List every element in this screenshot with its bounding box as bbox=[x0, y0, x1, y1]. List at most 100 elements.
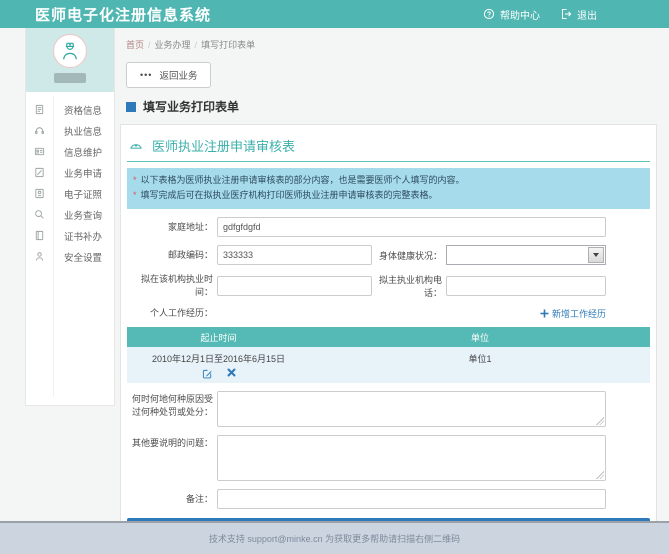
sidebar-item-electronic-certificate[interactable]: 电子证照 bbox=[26, 183, 114, 204]
breadcrumb-separator: / bbox=[148, 40, 151, 50]
form-fields-bottom: 何时何地何种原因受过何种处罚或处分： 其他要说明的问题： 备注： bbox=[127, 391, 606, 509]
page-title: 填写业务打印表单 bbox=[126, 98, 657, 115]
sidebar-item-certificate-reissue[interactable]: 证书补办 bbox=[26, 225, 114, 246]
practice-time-phone-row: 拟在该机构执业时间： 拟主执业机构电话： bbox=[127, 273, 606, 299]
sidebar-menu: 资格信息 执业信息 信息维护 业务申请 bbox=[26, 92, 114, 267]
search-icon bbox=[26, 209, 53, 220]
document-icon bbox=[26, 104, 53, 115]
postal-health-row: 邮政编码： 身体健康状况： bbox=[127, 245, 606, 265]
form-title-bar: 医师执业注册申请审核表 bbox=[127, 131, 650, 162]
health-status-label: 身体健康状况： bbox=[372, 249, 446, 262]
add-work-history-link[interactable]: 新增工作经历 bbox=[540, 307, 606, 320]
sidebar-item-label: 业务申请 bbox=[64, 166, 102, 180]
logout-link[interactable]: 退出 bbox=[560, 7, 597, 22]
chevron-down-icon bbox=[593, 253, 599, 257]
sidebar-item-label: 证书补办 bbox=[64, 229, 102, 243]
form-edit-icon bbox=[26, 167, 53, 178]
header-actions: 帮助中心 退出 bbox=[483, 7, 597, 22]
health-status-select[interactable] bbox=[446, 245, 606, 265]
org-phone-label: 拟主执业机构电话： bbox=[372, 273, 446, 299]
book-icon bbox=[26, 230, 53, 241]
back-button-label: 返回业务 bbox=[159, 68, 197, 82]
breadcrumb-current: 填写打印表单 bbox=[201, 40, 255, 50]
id-card-icon bbox=[26, 146, 53, 157]
notice-line: *以下表格为医师执业注册申请审核表的部分内容，也是需要医师个人填写的内容。 bbox=[133, 173, 640, 188]
row-actions bbox=[127, 368, 310, 379]
nurse-cap-icon bbox=[129, 139, 143, 152]
other-issues-label: 其他要说明的问题： bbox=[127, 435, 217, 450]
work-history-label: 个人工作经历： bbox=[127, 307, 217, 320]
page-footer: 技术支持 support@minke.cn 为获取更多帮助请扫描右侧二维码 bbox=[0, 521, 669, 554]
breadcrumb-home[interactable]: 首页 bbox=[126, 40, 144, 50]
delete-icon[interactable] bbox=[227, 368, 236, 379]
section-bullet-icon bbox=[126, 102, 136, 112]
footer-text: 技术支持 support@minke.cn 为获取更多帮助请扫描右侧二维码 bbox=[209, 532, 460, 545]
punishment-textarea[interactable] bbox=[217, 391, 606, 427]
asterisk-icon: * bbox=[133, 190, 137, 200]
table-header-unit: 单位 bbox=[310, 331, 650, 344]
postal-code-input[interactable] bbox=[217, 245, 372, 265]
help-center-link[interactable]: 帮助中心 bbox=[483, 7, 540, 22]
certificate-icon bbox=[26, 188, 53, 199]
home-address-row: 家庭地址： bbox=[127, 217, 606, 237]
remark-row: 备注： bbox=[127, 489, 606, 509]
practice-time-label: 拟在该机构执业时间： bbox=[127, 273, 217, 299]
work-history-row: 个人工作经历： 新增工作经历 bbox=[127, 307, 606, 320]
app-header: 医师电子化注册信息系统 帮助中心 退出 bbox=[0, 0, 669, 28]
sidebar-item-label: 业务查询 bbox=[64, 208, 102, 222]
table-header-period: 起止时间 bbox=[127, 331, 310, 344]
home-address-input[interactable] bbox=[217, 217, 606, 237]
help-icon bbox=[483, 8, 495, 20]
notice-line: *填写完成后可在拟执业医疗机构打印医师执业注册申请审核表的完整表格。 bbox=[133, 188, 640, 203]
logout-label: 退出 bbox=[577, 7, 597, 22]
table-cell-unit: 单位1 bbox=[310, 352, 650, 379]
logout-icon bbox=[560, 8, 572, 20]
sidebar-item-label: 执业信息 bbox=[64, 124, 102, 138]
form-fields: 家庭地址： 邮政编码： 身体健康状况： 拟在该机构执业时间： 拟主执业机构电话：… bbox=[127, 217, 606, 320]
asterisk-icon: * bbox=[133, 175, 137, 185]
back-to-business-button[interactable]: ••• 返回业务 bbox=[126, 62, 211, 88]
sidebar-item-business-application[interactable]: 业务申请 bbox=[26, 162, 114, 183]
sidebar-item-info-maintenance[interactable]: 信息维护 bbox=[26, 141, 114, 162]
punishment-row: 何时何地何种原因受过何种处罚或处分： bbox=[127, 391, 606, 427]
avatar bbox=[53, 34, 87, 68]
sidebar-item-qualification-info[interactable]: 资格信息 bbox=[26, 99, 114, 120]
sidebar: 资格信息 执业信息 信息维护 业务申请 bbox=[25, 28, 115, 406]
dots-icon: ••• bbox=[140, 73, 152, 78]
table-header-row: 起止时间 单位 bbox=[127, 327, 650, 347]
work-history-table: 起止时间 单位 2010年12月1日至2016年6月15日 bbox=[127, 327, 650, 383]
form-title: 医师执业注册申请审核表 bbox=[152, 136, 295, 155]
headset-icon bbox=[26, 125, 53, 136]
user-name-redacted bbox=[54, 73, 86, 83]
sidebar-item-label: 电子证照 bbox=[64, 187, 102, 201]
sidebar-item-label: 资格信息 bbox=[64, 103, 102, 117]
notice-box: *以下表格为医师执业注册申请审核表的部分内容，也是需要医师个人填写的内容。 *填… bbox=[127, 168, 650, 209]
form-panel: 医师执业注册申请审核表 *以下表格为医师执业注册申请审核表的部分内容，也是需要医… bbox=[120, 124, 657, 548]
breadcrumb-separator: / bbox=[195, 40, 198, 50]
breadcrumb: 首页/业务办理/填写打印表单 bbox=[120, 28, 657, 51]
edit-icon[interactable] bbox=[202, 368, 213, 379]
sidebar-item-practice-info[interactable]: 执业信息 bbox=[26, 120, 114, 141]
sidebar-item-business-query[interactable]: 业务查询 bbox=[26, 204, 114, 225]
select-dropdown-button[interactable] bbox=[588, 247, 604, 263]
postal-code-label: 邮政编码： bbox=[127, 249, 217, 262]
sidebar-item-security-settings[interactable]: 安全设置 bbox=[26, 246, 114, 267]
user-profile-block bbox=[26, 28, 114, 92]
help-center-label: 帮助中心 bbox=[500, 7, 540, 22]
home-address-label: 家庭地址： bbox=[127, 221, 217, 234]
plus-icon bbox=[540, 309, 549, 318]
breadcrumb-business[interactable]: 业务办理 bbox=[155, 40, 191, 50]
table-row: 2010年12月1日至2016年6月15日 单位1 bbox=[127, 347, 650, 383]
remark-label: 备注： bbox=[127, 493, 217, 506]
other-issues-row: 其他要说明的问题： bbox=[127, 435, 606, 481]
practice-time-input[interactable] bbox=[217, 276, 372, 296]
main-content: 首页/业务办理/填写打印表单 ••• 返回业务 填写业务打印表单 医师执业注册申… bbox=[120, 28, 657, 548]
remark-input[interactable] bbox=[217, 489, 606, 509]
other-issues-textarea[interactable] bbox=[217, 435, 606, 481]
app-title: 医师电子化注册信息系统 bbox=[35, 4, 211, 25]
user-lock-icon bbox=[26, 251, 53, 262]
sidebar-item-label: 信息维护 bbox=[64, 145, 102, 159]
punishment-label: 何时何地何种原因受过何种处罚或处分： bbox=[127, 391, 217, 419]
sidebar-item-label: 安全设置 bbox=[64, 250, 102, 264]
org-phone-input[interactable] bbox=[446, 276, 606, 296]
